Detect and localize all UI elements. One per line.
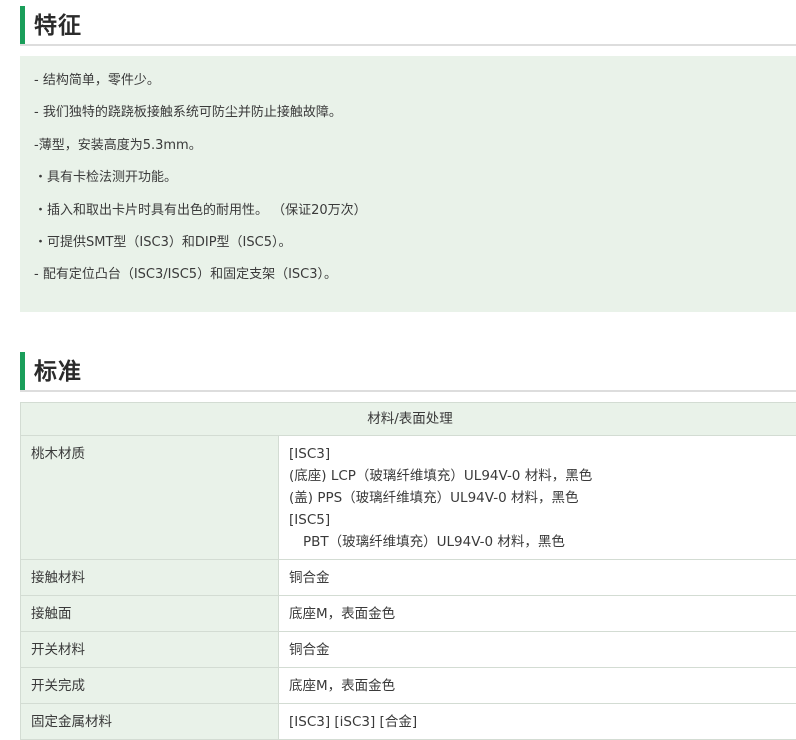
table-row: 开关材料 铜合金 [21,632,796,668]
feature-item: -薄型，安装高度为5.3mm。 [34,137,202,155]
heading-accent-bar [20,352,25,390]
standards-heading: 标准 [20,350,796,392]
table-row: 接触材料 铜合金 [21,560,796,596]
row-label: 接触材料 [21,560,279,596]
features-heading: 特征 [20,4,796,46]
materials-table: 材料/表面处理 桃木材质 [ISC3] (底座) LCP（玻璃纤维填充）UL94… [20,402,796,740]
feature-item: ・具有卡检法测开功能。 [34,169,177,187]
value-line: [ISC3] [289,443,789,465]
table-row: 桃木材质 [ISC3] (底座) LCP（玻璃纤维填充）UL94V-0 材料，黑… [21,436,796,560]
row-value: 铜合金 [279,560,796,596]
features-title: 特征 [34,6,82,40]
row-label: 开关完成 [21,668,279,704]
feature-item: - 配有定位凸台（ISC3/ISC5）和固定支架（ISC3）。 [34,266,337,284]
feature-item: ・可提供SMT型（ISC3）和DIP型（ISC5）。 [34,234,291,252]
table-row: 开关完成 底座M，表面金色 [21,668,796,704]
row-value: 底座M，表面金色 [279,668,796,704]
row-label: 固定金属材料 [21,704,279,740]
table-header-row: 材料/表面处理 [21,403,796,436]
row-value: 铜合金 [279,632,796,668]
table-row: 接触面 底座M，表面金色 [21,596,796,632]
feature-item: ・插入和取出卡片时具有出色的耐用性。 （保证20万次） [34,202,367,220]
features-panel: - 结构简单，零件少。 - 我们独特的跷跷板接触系统可防尘并防止接触故障。 -薄… [20,56,796,312]
row-label: 接触面 [21,596,279,632]
table-header: 材料/表面处理 [21,403,796,436]
row-value: [ISC3] (底座) LCP（玻璃纤维填充）UL94V-0 材料，黑色 (盖)… [279,436,796,560]
row-value: [ISC3] [iSC3] [合金] [279,704,796,740]
feature-item: - 结构简单，零件少。 [34,72,160,90]
feature-item: - 我们独特的跷跷板接触系统可防尘并防止接触故障。 [34,104,342,122]
value-line: (盖) PPS（玻璃纤维填充）UL94V-0 材料，黑色 [289,487,789,509]
row-value: 底座M，表面金色 [279,596,796,632]
value-line: (底座) LCP（玻璃纤维填充）UL94V-0 材料，黑色 [289,465,789,487]
value-line: [ISC5] [289,509,789,531]
row-label: 开关材料 [21,632,279,668]
table-row: 固定金属材料 [ISC3] [iSC3] [合金] [21,704,796,740]
standards-title: 标准 [34,352,82,386]
row-label: 桃木材质 [21,436,279,560]
heading-accent-bar [20,6,25,44]
value-line: PBT（玻璃纤维填充）UL94V-0 材料，黑色 [289,531,789,553]
